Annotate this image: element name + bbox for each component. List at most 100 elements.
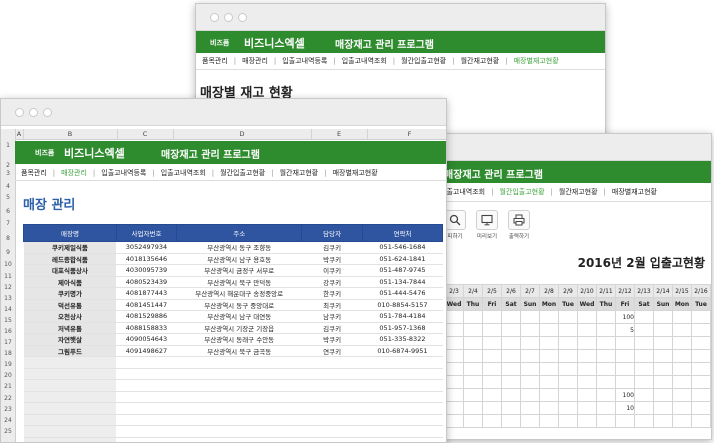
- table-cell[interactable]: [176, 356, 302, 369]
- table-row-empty[interactable]: [23, 368, 443, 380]
- row-number[interactable]: 19: [1, 361, 15, 368]
- table-row[interactable]: 쿠키제일식품 3052497934 부산광역시 동구 조향동 김쿠키 051-546-1…: [23, 241, 443, 254]
- table-cell[interactable]: [301, 368, 363, 380]
- table-cell[interactable]: 저녁유통: [23, 322, 117, 334]
- menu-item[interactable]: 월간입출고현황: [214, 168, 271, 178]
- table-cell[interactable]: [301, 391, 363, 403]
- menu-item[interactable]: 매장관리: [55, 168, 93, 178]
- menu-item[interactable]: 월간재고현황: [274, 168, 325, 178]
- value-cell[interactable]: [672, 414, 692, 428]
- value-cell[interactable]: [520, 401, 540, 415]
- menu-item[interactable]: 품목관리: [15, 168, 53, 178]
- value-cell[interactable]: [634, 336, 654, 350]
- table-cell[interactable]: [23, 402, 117, 415]
- value-cell[interactable]: [558, 323, 578, 337]
- value-cell[interactable]: 100: [615, 310, 635, 324]
- value-cell[interactable]: 100: [615, 388, 635, 402]
- value-cell[interactable]: [539, 401, 559, 415]
- table-row-empty[interactable]: [23, 379, 443, 392]
- table-row-empty[interactable]: [23, 437, 443, 442]
- column-letter[interactable]: E: [311, 129, 368, 139]
- window-dot[interactable]: [15, 108, 24, 117]
- value-cell[interactable]: [596, 323, 616, 337]
- row-number[interactable]: 24: [1, 417, 15, 424]
- value-cell[interactable]: [691, 375, 711, 389]
- menu-item[interactable]: 입출고내역등록: [276, 56, 333, 66]
- value-cell[interactable]: [444, 375, 464, 389]
- table-cell[interactable]: 010-8854-5157: [362, 299, 443, 311]
- menu-item[interactable]: 매장별재고현황: [327, 168, 384, 178]
- value-cell[interactable]: 5: [615, 323, 635, 337]
- value-cell[interactable]: [596, 336, 616, 350]
- table-cell[interactable]: [116, 425, 177, 438]
- table-cell[interactable]: 이쿠키: [301, 264, 363, 277]
- value-cell[interactable]: [615, 349, 635, 363]
- table-cell[interactable]: 부산광역시 동구 중앙대로: [176, 299, 302, 311]
- table-cell[interactable]: [301, 437, 363, 442]
- table-cell[interactable]: 3052497934: [116, 241, 177, 254]
- row-number[interactable]: 5: [1, 194, 15, 201]
- value-cell[interactable]: [691, 336, 711, 350]
- table-cell[interactable]: [301, 414, 363, 426]
- table-row[interactable]: 저녁유통 4088158833 부산광역시 기장군 기장읍 김쿠키 051-957-13…: [23, 322, 443, 334]
- value-cell[interactable]: [482, 323, 502, 337]
- value-cell[interactable]: [634, 414, 654, 428]
- value-cell[interactable]: [463, 401, 483, 415]
- value-cell[interactable]: [539, 310, 559, 324]
- value-cell[interactable]: [672, 310, 692, 324]
- table-cell[interactable]: 쿠키명가: [23, 287, 117, 300]
- table-cell[interactable]: [23, 425, 117, 438]
- window-dot[interactable]: [238, 13, 247, 22]
- table-cell[interactable]: [116, 414, 177, 426]
- table-cell[interactable]: 010-6874-9951: [362, 345, 443, 357]
- row-number[interactable]: 8: [1, 235, 15, 242]
- table-header[interactable]: 매장명: [23, 224, 117, 242]
- table-cell[interactable]: 그림푸드: [23, 345, 117, 357]
- table-cell[interactable]: 대포식품상사: [23, 264, 117, 277]
- value-cell[interactable]: [615, 336, 635, 350]
- value-cell[interactable]: [653, 323, 673, 337]
- table-cell[interactable]: [176, 425, 302, 438]
- table-cell[interactable]: [116, 368, 177, 380]
- row-number[interactable]: 15: [1, 317, 15, 324]
- table-cell[interactable]: [23, 356, 117, 369]
- table-cell[interactable]: [176, 402, 302, 415]
- table-cell[interactable]: 김쿠키: [301, 322, 363, 334]
- row-number[interactable]: 2: [1, 162, 15, 169]
- value-cell[interactable]: [596, 362, 616, 376]
- table-cell[interactable]: [23, 414, 117, 426]
- column-letter[interactable]: F: [367, 129, 446, 139]
- table-cell[interactable]: 제아식품: [23, 276, 117, 288]
- table-cell[interactable]: [116, 437, 177, 442]
- value-cell[interactable]: [558, 362, 578, 376]
- row-number[interactable]: 22: [1, 395, 15, 402]
- value-cell[interactable]: [653, 310, 673, 324]
- value-cell[interactable]: [615, 414, 635, 428]
- value-cell[interactable]: [539, 414, 559, 428]
- table-cell[interactable]: 연쿠키: [301, 345, 363, 357]
- value-cell[interactable]: [596, 349, 616, 363]
- value-cell[interactable]: [577, 414, 597, 428]
- value-cell[interactable]: [691, 310, 711, 324]
- table-cell[interactable]: [116, 356, 177, 369]
- row-number[interactable]: 17: [1, 339, 15, 346]
- table-cell[interactable]: 부산광역시 북구 금곡동: [176, 345, 302, 357]
- menu-item[interactable]: 매장별재고현황: [606, 187, 663, 197]
- value-cell[interactable]: [634, 375, 654, 389]
- table-cell[interactable]: [116, 379, 177, 392]
- column-letter[interactable]: C: [117, 129, 174, 139]
- row-number[interactable]: 6: [1, 208, 15, 215]
- value-cell[interactable]: [520, 414, 540, 428]
- value-cell[interactable]: [653, 414, 673, 428]
- value-cell[interactable]: [482, 349, 502, 363]
- value-cell[interactable]: [653, 349, 673, 363]
- value-cell[interactable]: [691, 349, 711, 363]
- table-cell[interactable]: [23, 437, 117, 442]
- table-row[interactable]: 레드종합식품 4018135646 부산광역시 남구 용호동 박쿠키 051-624-1…: [23, 253, 443, 265]
- value-cell[interactable]: [520, 362, 540, 376]
- table-cell[interactable]: [362, 414, 443, 426]
- table-cell[interactable]: 오천상사: [23, 310, 117, 323]
- table-cell[interactable]: 4018135646: [116, 253, 177, 265]
- value-cell[interactable]: [672, 349, 692, 363]
- value-cell[interactable]: [691, 414, 711, 428]
